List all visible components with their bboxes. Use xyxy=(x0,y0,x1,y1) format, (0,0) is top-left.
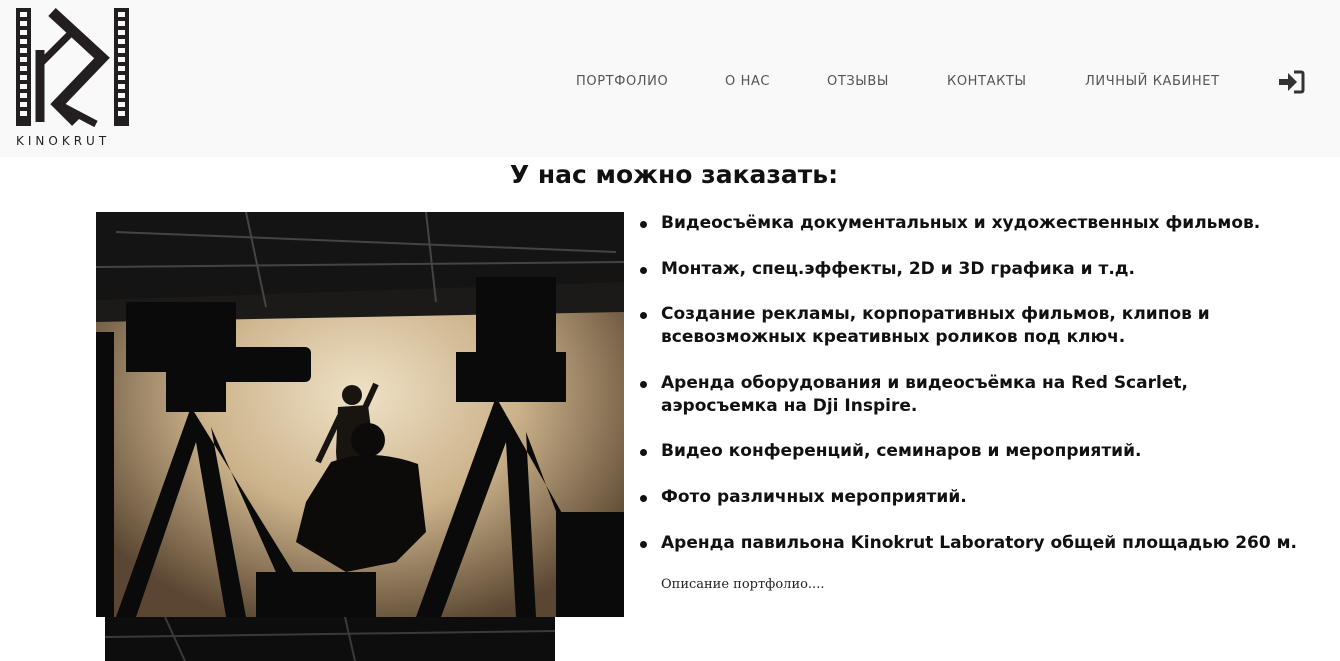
bullet-icon xyxy=(640,381,647,388)
service-item: Фото различных мероприятий. xyxy=(640,486,967,509)
logo-wordmark: KINOKRUT xyxy=(16,134,111,148)
service-item: Монтаж, спец.эффекты, 2D и 3D графика и … xyxy=(640,258,1135,281)
studio-photo-2 xyxy=(105,617,555,661)
bullet-icon xyxy=(640,495,647,502)
service-item: Видеосъёмка документальных и художествен… xyxy=(640,212,1260,235)
nav-account[interactable]: ЛИЧНЫЙ КАБИНЕТ xyxy=(1085,74,1220,89)
service-item: Аренда оборудования и видеосъёмка на Red… xyxy=(640,372,1188,418)
bullet-icon xyxy=(640,267,647,274)
bullet-icon xyxy=(640,312,647,319)
page-title: У нас можно заказать: xyxy=(509,160,839,189)
bullet-icon xyxy=(640,221,647,228)
nav-reviews[interactable]: ОТЗЫВЫ xyxy=(827,74,889,89)
nav-portfolio[interactable]: ПОРТФОЛИО xyxy=(576,74,668,89)
nav-about[interactable]: О НАС xyxy=(725,74,770,89)
studio-photo xyxy=(96,212,624,617)
service-item: Видео конференций, семинаров и мероприят… xyxy=(640,440,1141,463)
sign-in-icon[interactable] xyxy=(1278,70,1305,94)
nav-contacts[interactable]: КОНТАКТЫ xyxy=(947,74,1027,89)
portfolio-description: Описание портфолио.... xyxy=(661,577,825,592)
service-item: Создание рекламы, корпоративных фильмов,… xyxy=(640,303,1210,349)
service-item: Аренда павильона Kinokrut Laboratory общ… xyxy=(640,532,1297,555)
bullet-icon xyxy=(640,541,647,548)
bullet-icon xyxy=(640,449,647,456)
site-header: KINOKRUT ПОРТФОЛИО О НАС ОТЗЫВЫ КОНТАКТЫ… xyxy=(0,0,1340,157)
kinokrut-logo[interactable] xyxy=(14,6,132,152)
